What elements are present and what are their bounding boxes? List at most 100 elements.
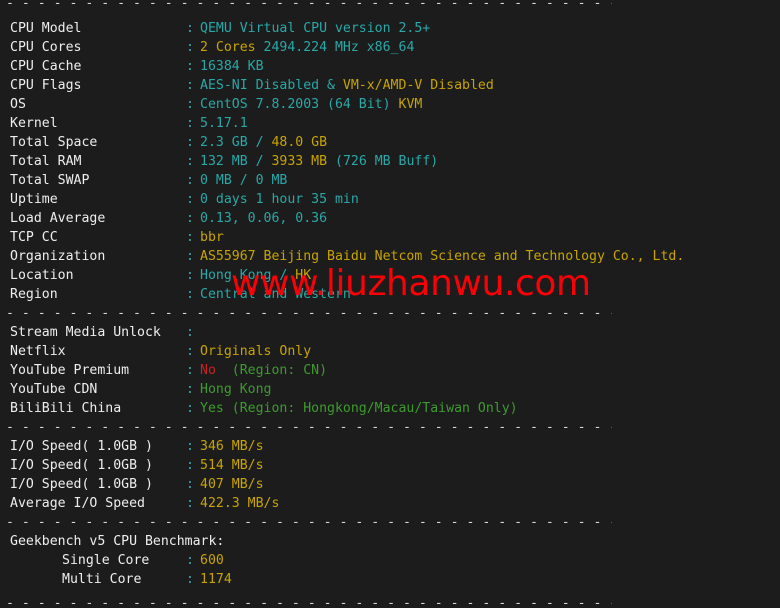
info-value-part: (726 MB Buff) — [335, 154, 439, 169]
info-colon: : — [186, 363, 194, 378]
info-label: CPU Cache — [10, 59, 82, 74]
info-row-total-space: Total Space:2.3 GB / 48.0 GB — [0, 133, 780, 152]
separator-after-system-info: - - - - - - - - - - - - - - - - - - - - … — [0, 304, 780, 323]
info-colon: : — [186, 325, 194, 340]
info-colon: : — [186, 59, 194, 74]
info-value-part: 422.3 MB/s — [200, 496, 280, 511]
separator-dashes: - - - - - - - - - - - - - - - - - - - - … — [6, 515, 612, 530]
info-value-part: HK — [295, 268, 312, 283]
info-value-part: 346 MB/s — [200, 439, 264, 454]
info-colon: : — [186, 458, 194, 473]
info-row-i-o-speed-1-0gb: I/O Speed( 1.0GB ):407 MB/s — [0, 475, 780, 494]
info-row-i-o-speed-1-0gb: I/O Speed( 1.0GB ):346 MB/s — [0, 437, 780, 456]
info-value-part: bbr — [200, 230, 224, 245]
info-colon: : — [186, 496, 194, 511]
info-row-cpu-cache: CPU Cache:16384 KB — [0, 57, 780, 76]
info-row-load-average: Load Average:0.13, 0.06, 0.36 — [0, 209, 780, 228]
info-colon: : — [186, 154, 194, 169]
info-value: Yes (Region: Hongkong/Macau/Taiwan Only) — [200, 401, 518, 416]
info-value-part: 48.0 GB — [271, 135, 328, 150]
info-label: Location — [10, 268, 74, 283]
info-label: Organization — [10, 249, 106, 264]
info-value: bbr — [200, 230, 224, 245]
info-label: Single Core — [62, 553, 150, 568]
info-colon: : — [186, 477, 194, 492]
info-value-part: 1174 — [200, 572, 232, 587]
info-row-tcp-cc: TCP CC: bbr — [0, 228, 780, 247]
info-value-part: 0.13, 0.06, 0.36 — [200, 211, 328, 226]
info-value: No (Region: CN) — [200, 363, 327, 378]
info-value-part: Hong Kong — [200, 382, 272, 397]
info-label: Average I/O Speed — [10, 496, 145, 511]
info-label: Total Space — [10, 135, 98, 150]
geekbench-heading: Geekbench v5 CPU Benchmark: — [10, 534, 225, 549]
info-value-part: 3933 MB — [271, 154, 335, 169]
geekbench-block: Single Core:600 Multi Core:1174 — [0, 551, 780, 589]
info-value-part: Originals Only — [200, 344, 312, 359]
info-colon: : — [186, 268, 194, 283]
info-row-youtube-premium: YouTube Premium: No (Region: CN) — [0, 361, 780, 380]
info-value: CentOS 7.8.2003 (64 Bit) KVM — [200, 97, 422, 112]
info-value-part: AS55967 Beijing Baidu Netcom Science and… — [200, 249, 685, 264]
info-value-part: 16384 KB — [200, 59, 264, 74]
info-colon: : — [186, 135, 194, 150]
info-label: Total SWAP — [10, 173, 90, 188]
info-value: 407 MB/s — [200, 477, 264, 492]
info-value: 1174 — [200, 572, 232, 587]
info-value-part: QEMU Virtual CPU version 2.5+ — [200, 21, 431, 36]
info-value: QEMU Virtual CPU version 2.5+ — [200, 21, 430, 36]
separator-top: - - - - - - - - - - - - - - - - - - - - … — [0, 0, 780, 19]
info-row-total-ram: Total RAM:132 MB / 3933 MB (726 MB Buff) — [0, 152, 780, 171]
info-label: YouTube Premium — [10, 363, 130, 378]
info-value: 346 MB/s — [200, 439, 264, 454]
info-colon: : — [186, 553, 194, 568]
info-colon: : — [186, 249, 194, 264]
info-value: 2 Cores 2494.224 MHz x86_64 — [200, 40, 414, 55]
info-colon: : — [186, 116, 194, 131]
info-row-single-core: Single Core:600 — [0, 551, 780, 570]
info-row-organization: Organization: AS55967 Beijing Baidu Netco… — [0, 247, 780, 266]
info-colon: : — [186, 78, 194, 93]
info-value-part: Hong Kong / — [200, 268, 296, 283]
info-colon: : — [186, 344, 194, 359]
info-label: BiliBili China — [10, 401, 122, 416]
info-value-part: CentOS 7.8.2003 (64 Bit) — [200, 97, 399, 112]
system-info-block: CPU Model: QEMU Virtual CPU version 2.5+ C… — [0, 19, 780, 304]
info-value: 422.3 MB/s — [200, 496, 279, 511]
info-label: I/O Speed( 1.0GB ) — [10, 458, 153, 473]
info-label: Stream Media Unlock — [10, 325, 161, 340]
info-row-bilibili-china: BiliBili China: Yes (Region: Hongkong/Mac… — [0, 399, 780, 418]
info-row-youtube-cdn: YouTube CDN: Hong Kong — [0, 380, 780, 399]
separator-bottom: - - - - - - - - - - - - - - - - - - - - … — [0, 589, 780, 608]
info-value: 0.13, 0.06, 0.36 — [200, 211, 327, 226]
info-label: TCP CC — [10, 230, 58, 245]
info-label: OS — [10, 97, 26, 112]
info-row-average-i-o-speed: Average I/O Speed:422.3 MB/s — [0, 494, 780, 513]
info-value-part: (Region: CN) — [215, 363, 328, 378]
info-label: YouTube CDN — [10, 382, 98, 397]
info-colon: : — [186, 21, 194, 36]
info-value: 0 MB / 0 MB — [200, 173, 287, 188]
info-colon: : — [186, 230, 194, 245]
info-value-part: 2 Cores — [200, 40, 264, 55]
separator-dashes: - - - - - - - - - - - - - - - - - - - - … — [6, 420, 612, 435]
info-colon: : — [186, 40, 194, 55]
info-value-part: Yes (Region: Hongkong/Macau/Taiwan Only) — [200, 401, 518, 416]
info-row-total-swap: Total SWAP:0 MB / 0 MB — [0, 171, 780, 190]
info-colon: : — [186, 97, 194, 112]
info-value-part: 600 — [200, 553, 224, 568]
info-label: CPU Model — [10, 21, 82, 36]
info-label: Total RAM — [10, 154, 82, 169]
separator-after-stream-media: - - - - - - - - - - - - - - - - - - - - … — [0, 418, 780, 437]
info-colon: : — [186, 572, 194, 587]
info-value: AS55967 Beijing Baidu Netcom Science and… — [200, 249, 684, 264]
info-value-part: 132 MB / — [200, 154, 272, 169]
info-row-i-o-speed-1-0gb: I/O Speed( 1.0GB ):514 MB/s — [0, 456, 780, 475]
info-value: Originals Only — [200, 344, 311, 359]
info-value: Hong Kong — [200, 382, 271, 397]
info-value: 2.3 GB / 48.0 GB — [200, 135, 327, 150]
info-value: 514 MB/s — [200, 458, 264, 473]
info-value-part: 514 MB/s — [200, 458, 264, 473]
info-colon: : — [186, 211, 194, 226]
info-row-cpu-cores: CPU Cores:2 Cores 2494.224 MHz x86_64 — [0, 38, 780, 57]
